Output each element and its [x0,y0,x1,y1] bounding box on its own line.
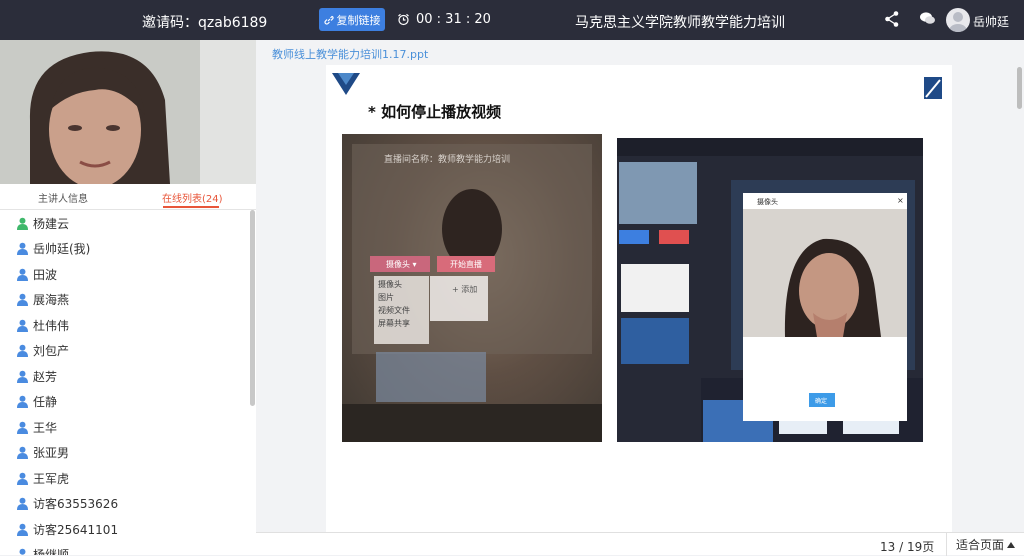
list-item[interactable]: 王军虎 [0,466,248,491]
invite-code-value: qzab6189 [198,15,268,31]
tab-online-list[interactable]: 在线列表(24) [162,190,223,205]
fit-page-label: 适合页面 [955,538,1004,552]
panel-tabs: 主讲人信息 在线列表(24) [0,184,256,210]
page-current[interactable]: 13 [880,540,895,554]
user-icon [17,472,28,485]
slide-screenshot-dialog: 摄像头 × 确定 [617,138,923,442]
copy-link-button[interactable]: 复制链接 [319,8,385,31]
camera-preview [743,209,907,337]
list-item[interactable]: 访客63553626 [0,491,248,516]
camera-dialog-title: 摄像头 [757,198,778,206]
user-icon [949,12,967,32]
list-item[interactable]: 杨继顺 [0,542,248,555]
user-icon [19,548,26,555]
user-icon [17,242,28,255]
fit-page-button[interactable]: 适合页面 [946,533,1024,556]
document-scrollbar[interactable] [1017,67,1022,109]
user-icon [17,217,28,230]
photo-room-caption: 直播间名称：教师教学能力培训 [384,155,511,165]
caret-up-icon [1007,541,1015,548]
user-icon [17,268,28,281]
user-icon [17,395,28,408]
user-icon [17,446,28,459]
page-total: 19页 [906,540,935,554]
document-file-name[interactable]: 教师线上教学能力培训1.17.ppt [272,46,428,62]
user-name: 王华 [33,421,58,435]
active-tab-indicator [163,206,219,208]
avatar[interactable] [946,8,970,32]
list-item[interactable]: 任静 [0,389,248,414]
user-icon [17,523,28,536]
list-item[interactable]: 张亚男 [0,440,248,465]
user-name: 杜伟伟 [33,319,70,333]
current-user-name[interactable]: 岳帅廷 [973,13,1009,30]
photo-menu-item: 摄像头 [378,280,402,289]
viewer-footer: 13 / 19页 适合页面 [256,532,1024,556]
list-item[interactable]: 刘包产 [0,338,248,363]
user-name: 访客25641101 [33,523,119,537]
dialog-confirm-label: 确定 [815,398,828,405]
page-separator: / [895,540,907,554]
photo-menu-item: 图片 [378,293,394,302]
timer-value: 00 : 31 : 20 [416,12,491,27]
user-icon [17,421,28,434]
list-item[interactable]: 杨建云 [0,211,248,236]
slide-photo-tablet: 直播间名称：教师教学能力培训 摄像头 ▾ 开始直播 摄像头 图片 视频文件 屏幕… [342,134,602,442]
tab-host-info[interactable]: 主讲人信息 [38,190,88,205]
left-panel: 主讲人信息 在线列表(24) 杨建云 岳帅廷(我) 田波 展海燕 杜伟伟 刘包产… [0,40,256,555]
list-item[interactable]: 赵芳 [0,364,248,389]
user-name: 赵芳 [33,370,58,384]
list-item[interactable]: 王华 [0,415,248,440]
alarm-clock-icon [398,13,409,26]
list-item[interactable]: 展海燕 [0,287,248,312]
host-video-frame [0,40,256,184]
share-icon[interactable] [884,10,900,28]
photo-menu-item: 屏幕共享 [378,319,410,328]
dialog-confirm-button: 确定 [809,393,835,407]
host-video [0,40,256,184]
user-name: 展海燕 [33,293,70,307]
chat-icon[interactable] [919,11,936,26]
copy-link-label: 复制链接 [336,13,381,27]
user-name: 王军虎 [33,472,70,486]
photo-menu-item: 视频文件 [378,306,410,315]
user-name: 杨继顺 [33,548,70,555]
user-name: 田波 [33,268,58,282]
user-name: 杨建云 [33,217,70,231]
page-title: 马克思主义学院教师教学能力培训 [575,15,785,31]
user-name: 刘包产 [33,344,70,358]
user-name: 岳帅廷(我) [33,242,91,256]
photo-start-button: 开始直播 [450,260,482,269]
document-viewer: 教师线上教学能力培训1.17.ppt * 如何停止播放视频 直播间名称：教师教学… [256,40,1024,556]
invite-label: 邀请码： [142,15,198,31]
user-name: 任静 [33,395,58,409]
top-bar: 邀请码：qzab6189 复制链接 00 : 31 : 20 马克思主义学院教师… [0,0,1024,40]
user-list-scrollbar[interactable] [250,210,255,406]
user-name: 访客63553626 [33,497,119,511]
list-item[interactable]: 杜伟伟 [0,313,248,338]
slide-heading: * 如何停止播放视频 [368,103,502,121]
photo-add-label: + 添加 [452,285,478,294]
list-item[interactable]: 田波 [0,262,248,287]
photo-camera-button: 摄像头 ▾ [386,260,417,269]
user-icon [17,370,28,383]
list-item[interactable]: 岳帅廷(我) [0,236,248,261]
user-icon [17,344,28,357]
camera-dialog: 摄像头 × 确定 [743,193,907,421]
invite-code: 邀请码：qzab6189 [142,12,267,32]
user-icon [17,319,28,332]
close-icon: × [897,196,904,205]
user-icon [17,497,28,510]
link-icon [323,15,334,25]
user-name: 张亚男 [33,446,70,460]
slide-logo-icon [332,73,360,95]
user-icon [17,293,28,306]
slide-corner-icon [924,77,942,99]
slide: * 如何停止播放视频 直播间名称：教师教学能力培训 摄像头 ▾ 开始直播 摄像头… [326,65,952,534]
online-user-list: 杨建云 岳帅廷(我) 田波 展海燕 杜伟伟 刘包产 赵芳 任静 王华 张亚男 王… [0,211,248,555]
page-indicator: 13 / 19页 [880,538,934,555]
session-timer: 00 : 31 : 20 [397,12,491,27]
list-item[interactable]: 访客25641101 [0,517,248,542]
